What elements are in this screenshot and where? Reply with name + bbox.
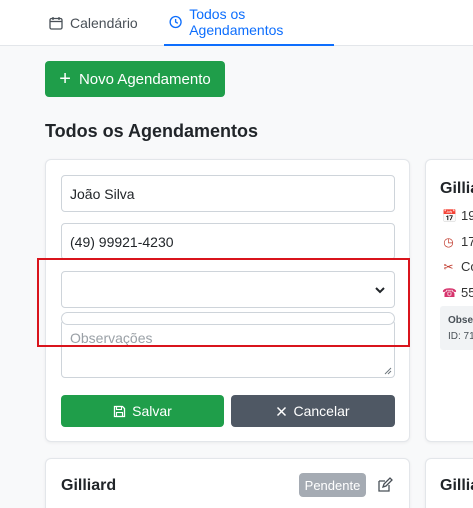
appointment-date-row: 📅 19 — [442, 208, 473, 223]
highlight-box — [37, 258, 410, 347]
close-icon — [277, 406, 287, 416]
plus-icon: + — [59, 68, 71, 90]
appointment-service-row: ✂ Co — [442, 259, 473, 274]
new-appointment-button[interactable]: + Novo Agendamento — [45, 61, 225, 97]
appointment-client-name: Gilliard — [61, 477, 117, 494]
tab-bar: Calendário Todos os Agendamentos — [0, 0, 473, 46]
new-appointment-label: Novo Agendamento — [78, 70, 211, 88]
tab-calendar[interactable]: Calendário — [49, 0, 138, 46]
appointment-phone: 55 — [461, 285, 473, 300]
appointment-client-name: Gillia — [440, 180, 473, 197]
appointment-card — [425, 159, 473, 442]
appointment-service: Co — [461, 259, 473, 274]
save-icon — [114, 405, 126, 417]
client-name-value: João Silva — [70, 185, 135, 202]
page-title: Todos os Agendamentos — [45, 121, 259, 141]
appointment-client-name: Gillia — [440, 477, 473, 494]
tab-all-appointments-label: Todos os Agendamentos — [189, 6, 284, 38]
notes-box — [440, 306, 473, 350]
phone-icon: ☎ — [442, 285, 457, 300]
phone-value: (49) 99921-4230 — [70, 233, 174, 250]
notes-label: Obse — [448, 315, 473, 326]
appointment-date: 19 — [461, 208, 473, 223]
appointment-time: 17 — [461, 234, 473, 249]
tab-calendar-label: Calendário — [70, 15, 138, 31]
save-button[interactable]: Salvar — [61, 395, 224, 427]
cancel-button[interactable]: Cancelar — [231, 395, 395, 427]
clock-icon — [169, 15, 182, 29]
appointment-phone-row: ☎ 55 — [442, 285, 473, 300]
scissors-icon: ✂ — [443, 259, 454, 274]
clock-icon: ◷ — [443, 234, 454, 249]
status-badge: Pendente — [299, 473, 366, 497]
calendar-icon — [49, 17, 63, 30]
cancel-label: Cancelar — [293, 403, 350, 419]
edit-icon[interactable] — [377, 477, 393, 493]
calendar-icon: 📅 — [442, 208, 457, 223]
client-name-input[interactable]: João Silva — [61, 175, 395, 212]
tab-all-appointments[interactable]: Todos os Agendamentos — [164, 0, 334, 46]
save-label: Salvar — [132, 403, 172, 419]
resize-handle-icon[interactable] — [384, 367, 392, 375]
phone-input[interactable]: (49) 99921-4230 — [61, 223, 395, 260]
appointment-id: ID: 71 — [448, 331, 473, 342]
appointment-time-row: ◷ 17 — [442, 234, 473, 249]
